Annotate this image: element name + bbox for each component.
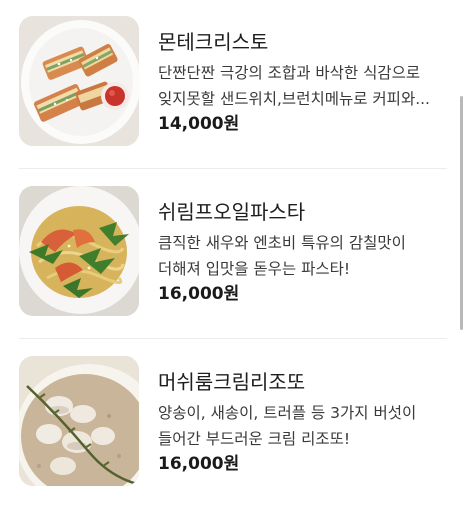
item-price: 14,000원: [158, 114, 240, 134]
item-name: 쉬림프오일파스타: [158, 200, 306, 224]
divider: [19, 168, 447, 169]
item-name: 몬테크리스토: [158, 30, 269, 54]
shrimp-pasta-photo: [19, 186, 139, 316]
item-description: 큼직한 새우와 엔초비 특유의 감칠맛이 더해져 입맛을 돋우는 파스타!: [158, 234, 406, 278]
mushroom-risotto-photo: [19, 356, 139, 486]
item-price: 16,000원: [158, 454, 240, 474]
item-price: 16,000원: [158, 284, 240, 304]
item-description: 양송이, 새송이, 트러플 등 3가지 버섯이 들어간 부드러운 크림 리조또!: [158, 404, 417, 448]
menu-list: 몬테크리스토 단짠단짠 극강의 조합과 바삭한 식감으로 잊지못할 샌드위치,브…: [0, 0, 466, 501]
menu-item-shrimp-oil-pasta[interactable]: 쉬림프오일파스타 큼직한 새우와 엔초비 특유의 감칠맛이 더해져 입맛을 돋우…: [0, 170, 466, 340]
menu-item-monte-cristo[interactable]: 몬테크리스토 단짠단짠 극강의 조합과 바삭한 식감으로 잊지못할 샌드위치,브…: [0, 0, 466, 170]
scrollbar[interactable]: [460, 96, 463, 330]
item-name: 머쉬룸크림리조또: [158, 370, 306, 394]
item-description: 단짠단짠 극강의 조합과 바삭한 식감으로 잊지못할 샌드위치,브런치메뉴로 커…: [158, 64, 430, 108]
divider: [19, 338, 447, 339]
menu-item-mushroom-cream-risotto[interactable]: 머쉬룸크림리조또 양송이, 새송이, 트러플 등 3가지 버섯이 들어간 부드러…: [0, 340, 466, 510]
sandwich-plate-photo: [19, 16, 139, 146]
